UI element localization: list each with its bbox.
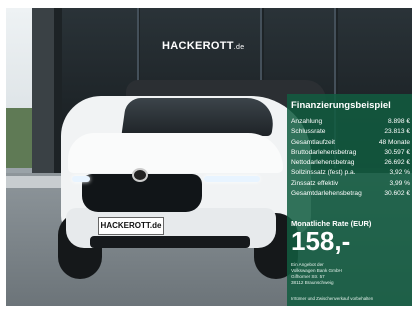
building-pillar bbox=[32, 8, 54, 178]
financing-row: Anzahlung 8.898 € bbox=[291, 118, 410, 125]
financing-row: Gesamtlaufzeit 48 Monate bbox=[291, 138, 410, 146]
car-hood bbox=[68, 133, 283, 173]
disclaimer-text: Irrtümer und Zwischenverkauf vorbehalten bbox=[291, 296, 374, 301]
financing-row: Schlussrate 23.813 € bbox=[291, 128, 410, 136]
financing-row: Sollzinssatz (fest) p.a. 3,92 % bbox=[291, 169, 410, 177]
car-lower-grille bbox=[90, 236, 250, 248]
lender-address: Ein Angebot der Volkswagen Bank GmbH Gif… bbox=[291, 262, 342, 285]
car-windshield bbox=[121, 98, 277, 136]
financing-row: Bruttodarlehensbetrag 30.597 € bbox=[291, 148, 410, 156]
curb bbox=[6, 176, 66, 188]
financing-row: Gesamtdarlehensbetrag 30.602 € bbox=[291, 190, 410, 198]
headlight-right bbox=[204, 176, 260, 182]
financing-table: Anzahlung 8.898 € Schlussrate 23.813 € Ges… bbox=[291, 117, 410, 199]
financing-title: Finanzierungsbeispiel bbox=[291, 100, 391, 111]
brand-logo-icon bbox=[132, 168, 148, 182]
financing-row: Nettodarlehensbetrag 26.692 € bbox=[291, 159, 410, 167]
vehicle-photo: HACKEROTT.de HACKEROTT.de Finanzierungsb… bbox=[6, 8, 412, 306]
monthly-rate-value: 158,- bbox=[291, 226, 351, 256]
financing-panel: Finanzierungsbeispiel Anzahlung 8.898 € S… bbox=[287, 94, 412, 306]
financing-row: Zinssatz effektiv 3,99 % bbox=[291, 179, 410, 187]
headlight-left bbox=[72, 176, 90, 182]
license-plate: HACKEROTT.de bbox=[98, 217, 164, 235]
dealer-sign: HACKEROTT.de bbox=[162, 40, 245, 52]
